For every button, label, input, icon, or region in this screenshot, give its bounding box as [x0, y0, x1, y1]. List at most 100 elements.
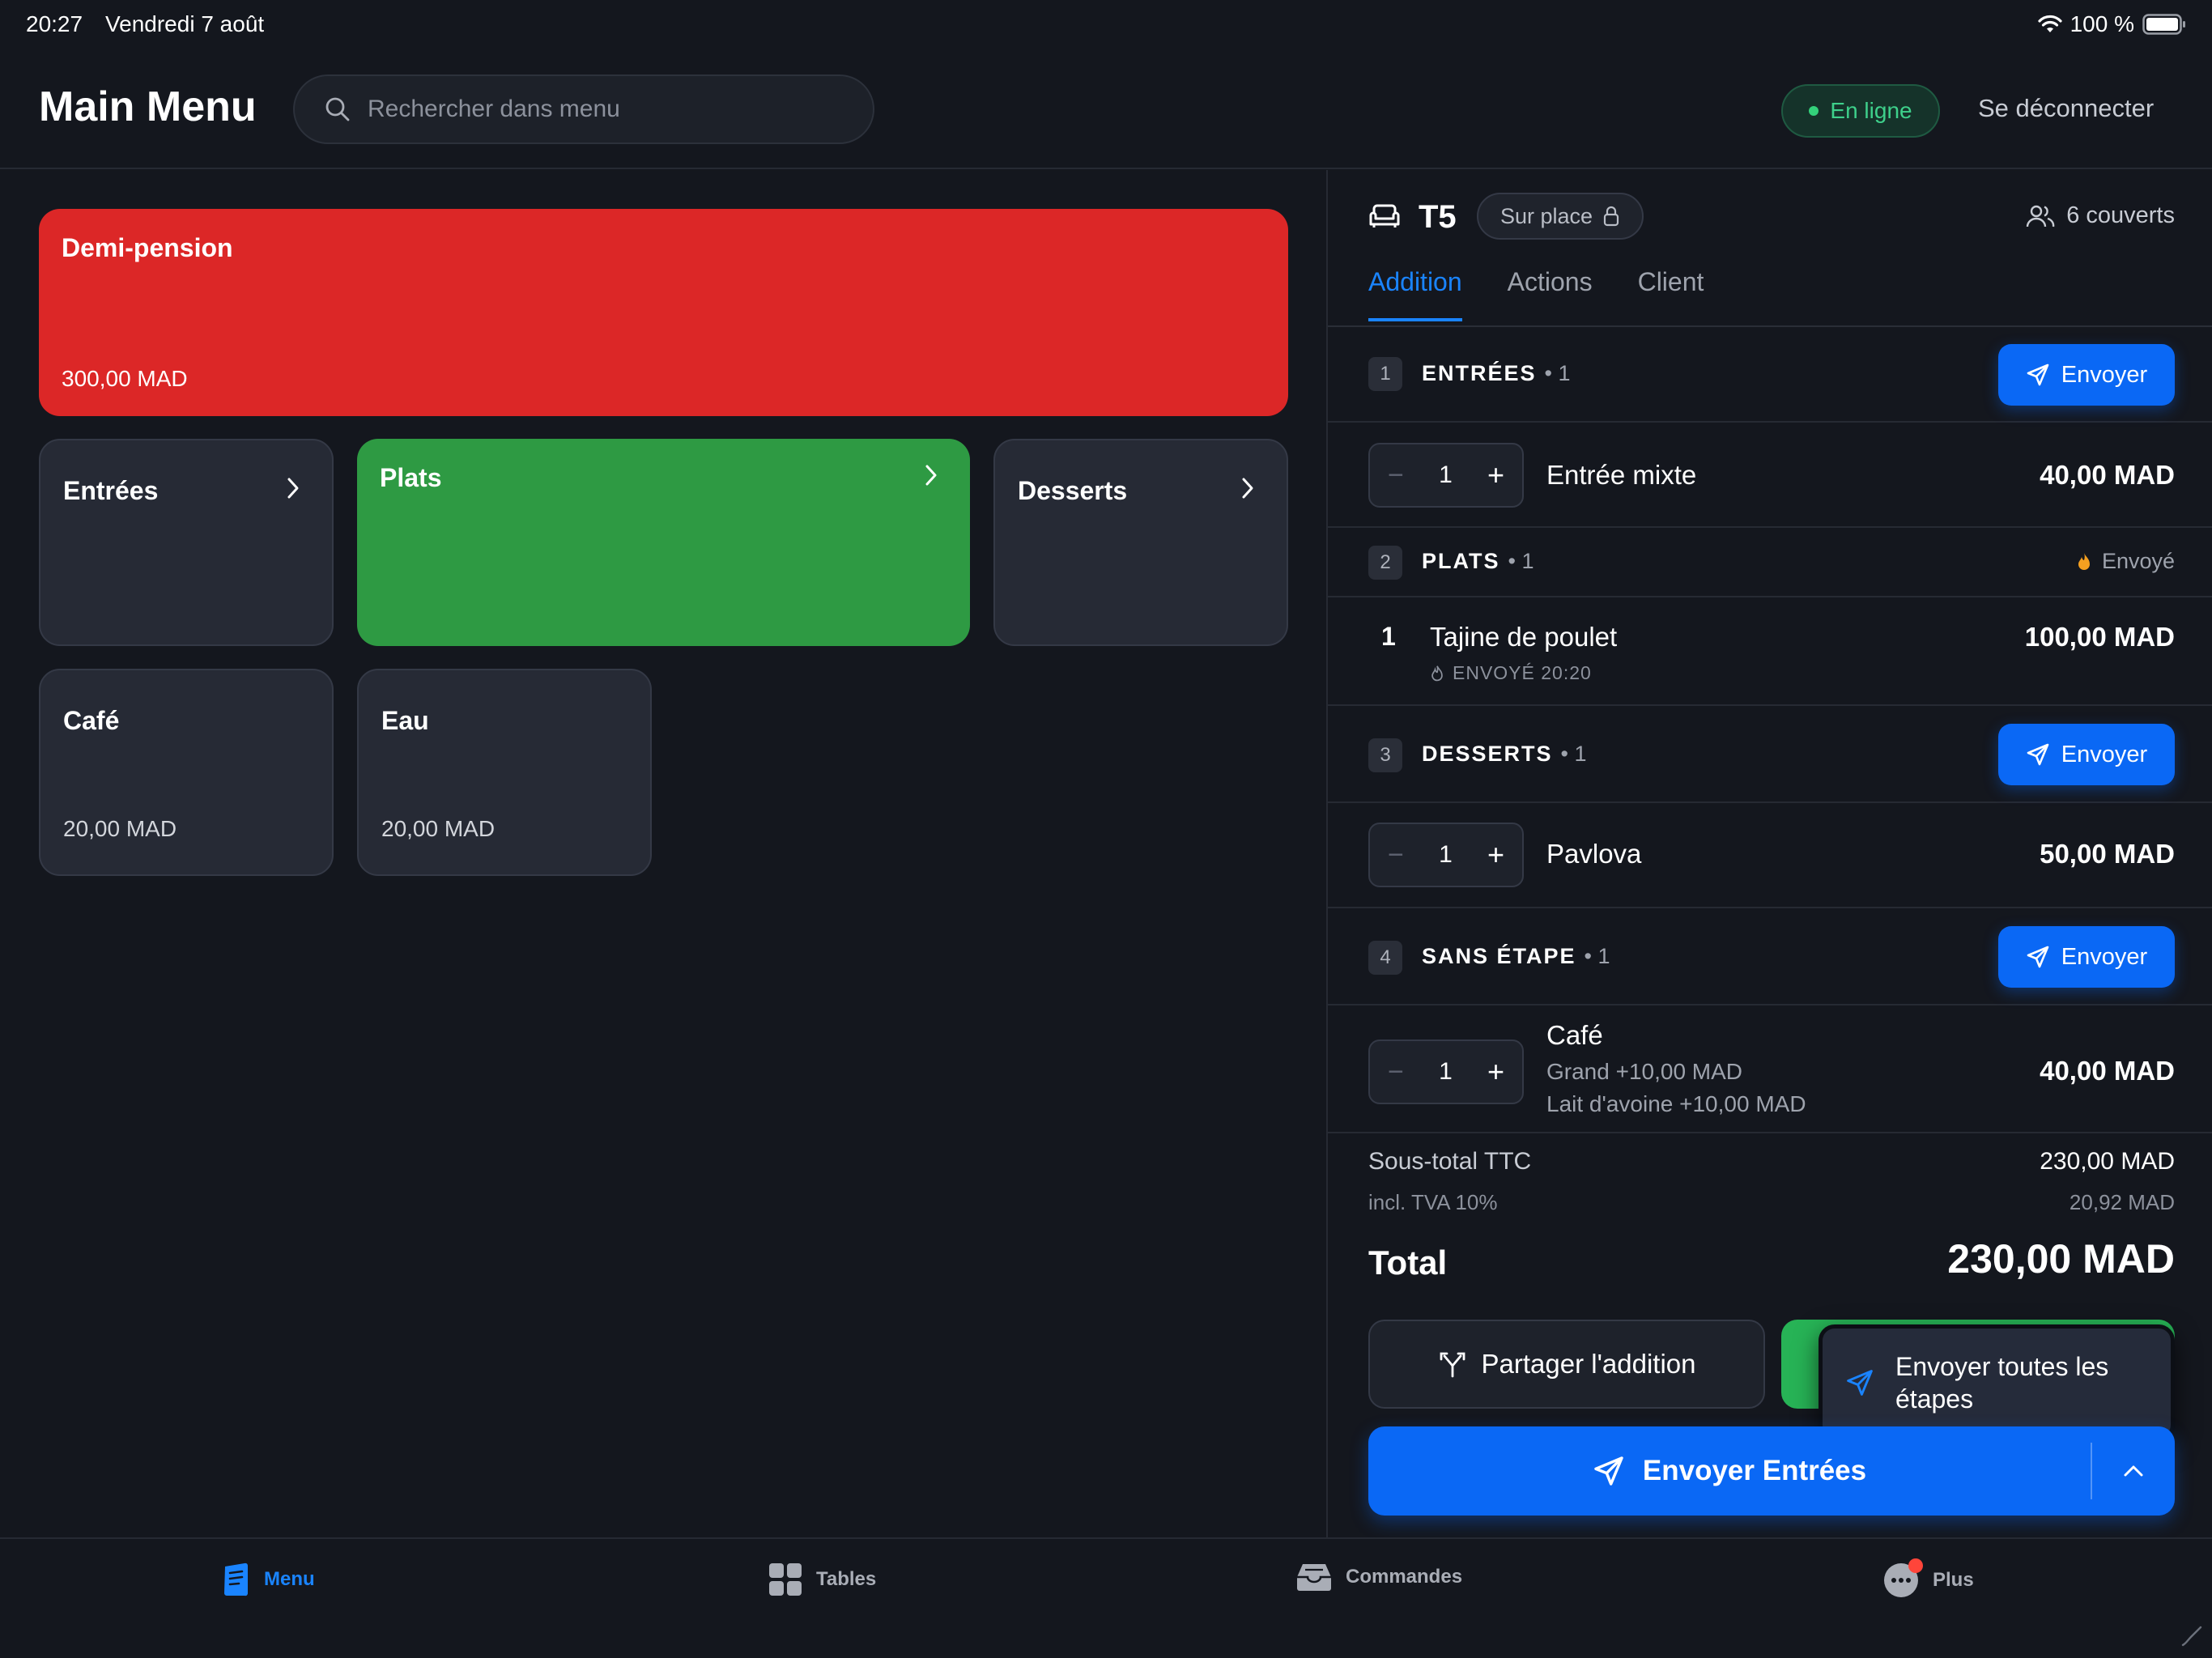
notification-badge	[1908, 1558, 1923, 1573]
send-all-stages-label: Envoyer toutes les étapes	[1895, 1352, 2109, 1414]
split-bill-label: Partager l'addition	[1481, 1349, 1696, 1379]
menu-tile-eau[interactable]: Eau 20,00 MAD	[357, 669, 652, 876]
tab-addition[interactable]: Addition	[1368, 267, 1462, 321]
quantity-value: 1	[1381, 622, 1396, 651]
service-mode-badge[interactable]: Sur place	[1477, 193, 1644, 240]
send-course-button[interactable]: Envoyer	[1998, 926, 2175, 988]
online-status-badge: En ligne	[1781, 84, 1940, 138]
table-header: T5 Sur place 6 couverts Addition Actions…	[1328, 170, 2212, 327]
search-box[interactable]	[293, 74, 874, 144]
users-icon	[2026, 203, 2055, 229]
tile-name: Café	[63, 706, 120, 735]
wifi-icon	[2037, 15, 2062, 34]
menu-book-icon	[222, 1562, 251, 1597]
step-count: • 1	[1544, 361, 1571, 385]
split-bill-button[interactable]: Partager l'addition	[1368, 1320, 1765, 1409]
nav-label: Tables	[816, 1568, 877, 1590]
sent-status: Envoyé	[2076, 549, 2175, 574]
step-count: • 1	[1560, 742, 1587, 766]
total-value: 230,00 MAD	[1947, 1236, 2175, 1282]
covers-count[interactable]: 6 couverts	[2026, 202, 2175, 229]
bottom-nav: Menu Tables Commandes Plus	[0, 1537, 2212, 1658]
nav-label: Plus	[1933, 1569, 1974, 1591]
send-stage-button[interactable]: Envoyer Entrées	[1368, 1426, 2175, 1516]
order-item-row[interactable]: − 1 + Entrée mixte 40,00 MAD	[1328, 423, 2212, 528]
increase-button[interactable]: +	[1487, 1055, 1504, 1089]
step-name: DESSERTS	[1422, 742, 1553, 766]
send-course-button[interactable]: Envoyer	[1998, 724, 2175, 785]
sent-time: ENVOYÉ 20:20	[1430, 662, 1592, 684]
logout-button[interactable]: Se déconnecter	[1978, 94, 2154, 123]
sofa-icon	[1368, 202, 1401, 230]
increase-button[interactable]: +	[1487, 458, 1504, 492]
menu-category-desserts[interactable]: Desserts	[993, 439, 1288, 646]
item-name: Café	[1546, 1020, 1603, 1050]
nav-item-tables[interactable]: Tables	[768, 1562, 876, 1597]
send-icon	[1845, 1368, 1874, 1397]
order-item-row[interactable]: 1 Tajine de poulet 100,00 MAD ENVOYÉ 20:…	[1328, 597, 2212, 706]
tile-name: Eau	[381, 706, 429, 735]
order-item-row[interactable]: − 1 + Café Grand +10,00 MAD Lait d'avoin…	[1328, 1005, 2212, 1133]
status-date: Vendredi 7 août	[105, 11, 265, 36]
flame-icon	[2076, 551, 2092, 572]
menu-category-plats[interactable]: Plats	[357, 439, 970, 646]
quantity-stepper[interactable]: − 1 +	[1368, 443, 1524, 508]
online-status-label: En ligne	[1830, 98, 1912, 123]
item-name: Entrée mixte	[1546, 460, 1697, 490]
decrease-button[interactable]: −	[1388, 1056, 1404, 1088]
search-input[interactable]	[368, 96, 821, 123]
sent-status-label: Envoyé	[2101, 549, 2175, 573]
total-label: Total	[1368, 1244, 1448, 1282]
subtotal-label: Sous-total TTC	[1368, 1148, 1532, 1175]
item-name: Tajine de poulet	[1430, 622, 1618, 652]
tile-name: Plats	[380, 463, 442, 492]
subtotal-value: 230,00 MAD	[2040, 1148, 2175, 1175]
item-price: 40,00 MAD	[2040, 460, 2175, 490]
tile-name: Desserts	[1018, 476, 1128, 505]
send-stage-main[interactable]: Envoyer Entrées	[1368, 1426, 2091, 1516]
nav-item-plus[interactable]: Plus	[1882, 1558, 1974, 1599]
split-icon	[1438, 1350, 1467, 1379]
item-modifier: Lait d'avoine +10,00 MAD	[1546, 1091, 1806, 1116]
tax-label: incl. TVA 10%	[1368, 1190, 1498, 1214]
search-icon	[324, 96, 351, 123]
quantity-value: 1	[1439, 841, 1453, 868]
course-section-header: 1 ENTRÉES • 1 Envoyer	[1328, 327, 2212, 423]
nav-item-commandes[interactable]: Commandes	[1295, 1562, 1462, 1592]
step-number: 2	[1368, 546, 1402, 580]
tax-value: 20,92 MAD	[2069, 1190, 2175, 1214]
menu-category-entrees[interactable]: Entrées	[39, 439, 334, 646]
flame-outline-icon	[1430, 665, 1444, 682]
service-mode-label: Sur place	[1499, 203, 1593, 228]
step-number: 4	[1368, 941, 1402, 975]
menu-tile-cafe[interactable]: Café 20,00 MAD	[39, 669, 334, 876]
order-item-row[interactable]: − 1 + Pavlova 50,00 MAD	[1328, 803, 2212, 908]
menu-tile-demi-pension[interactable]: Demi-pension 300,00 MAD	[39, 209, 1288, 416]
table-number: T5	[1419, 199, 1457, 235]
increase-button[interactable]: +	[1487, 838, 1504, 872]
tab-actions[interactable]: Actions	[1508, 267, 1593, 321]
send-options-toggle[interactable]	[2092, 1426, 2175, 1516]
send-course-button[interactable]: Envoyer	[1998, 344, 2175, 406]
item-name: Pavlova	[1546, 839, 1642, 869]
send-all-stages-option[interactable]: Envoyer toutes les étapes	[1819, 1324, 2175, 1441]
quantity-value: 1	[1439, 461, 1453, 488]
nav-item-menu[interactable]: Menu	[222, 1562, 315, 1597]
tile-name: Demi-pension	[62, 233, 233, 262]
send-icon	[2026, 742, 2050, 767]
decrease-button[interactable]: −	[1388, 840, 1404, 871]
quantity-stepper[interactable]: − 1 +	[1368, 1039, 1524, 1104]
lock-icon	[1602, 206, 1620, 227]
quantity-stepper[interactable]: − 1 +	[1368, 823, 1524, 887]
chevron-up-icon	[2122, 1464, 2145, 1478]
chevron-right-icon	[923, 463, 939, 487]
step-label: SANS ÉTAPE • 1	[1422, 944, 1610, 969]
tab-client[interactable]: Client	[1638, 267, 1704, 321]
sent-time-label: ENVOYÉ 20:20	[1453, 662, 1592, 683]
tile-price: 20,00 MAD	[63, 816, 177, 841]
battery-icon	[2142, 14, 2186, 35]
decrease-button[interactable]: −	[1388, 460, 1404, 491]
course-section-header: 2 PLATS • 1 Envoyé	[1328, 528, 2212, 597]
order-tabs: Addition Actions Client	[1368, 267, 1704, 321]
status-dot	[1809, 106, 1819, 116]
